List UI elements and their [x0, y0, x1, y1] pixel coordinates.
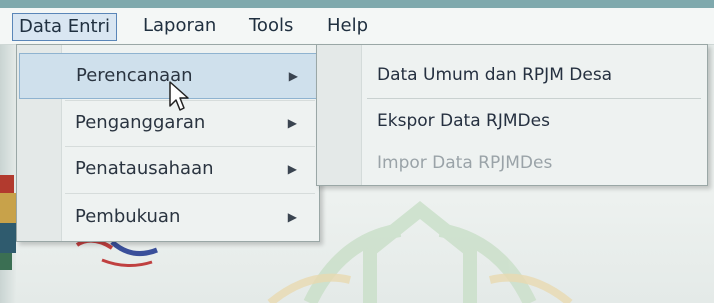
menu-item-pembukuan[interactable]: Pembukuan ▶ [19, 195, 315, 239]
menu-laporan[interactable]: Laporan [137, 13, 222, 39]
perencanaan-submenu: Data Umum dan RPJM Desa Ekspor Data RJMD… [316, 44, 708, 186]
menu-tools[interactable]: Tools [243, 13, 299, 39]
submenu-arrow-icon: ▶ [287, 116, 297, 130]
menu-bar: Data Entri Laporan Tools Help [0, 8, 714, 45]
submenu-icon-gutter [317, 45, 362, 185]
menu-help[interactable]: Help [321, 13, 374, 39]
submenu-arrow-icon: ▶ [287, 210, 297, 224]
menu-item-label: Penatausahaan [75, 158, 214, 179]
menu-item-penatausahaan[interactable]: Penatausahaan ▶ [19, 147, 315, 191]
submenu-item-impor-data: Impor Data RPJMDes [377, 153, 553, 173]
menu-separator [65, 193, 315, 194]
menu-item-label: Pembukuan [75, 206, 181, 227]
submenu-separator [367, 98, 701, 99]
mouse-cursor-icon [169, 81, 189, 111]
submenu-item-ekspor-data[interactable]: Ekspor Data RJMDes [377, 101, 550, 141]
menu-item-penganggaran[interactable]: Penganggaran ▶ [19, 101, 315, 145]
submenu-item-data-umum-rpjm[interactable]: Data Umum dan RPJM Desa [377, 55, 612, 95]
menu-data-entri[interactable]: Data Entri [12, 13, 117, 41]
data-entri-dropdown: Perencanaan ▶ Penganggaran ▶ Penatausaha… [16, 44, 320, 242]
submenu-arrow-icon: ▶ [287, 162, 297, 176]
window-top-strip [0, 0, 714, 8]
submenu-arrow-icon: ▶ [288, 69, 298, 83]
